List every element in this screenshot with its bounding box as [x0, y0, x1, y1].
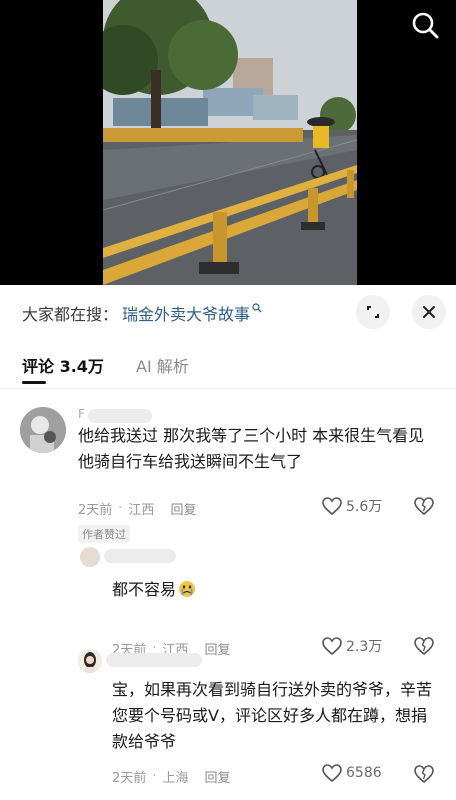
reply-button[interactable]: 回复 — [170, 499, 196, 518]
trending-prefix: 大家都在搜： — [22, 305, 119, 324]
broken-heart-icon — [414, 765, 434, 784]
like-button[interactable]: 5.6万 — [322, 496, 382, 516]
avatar[interactable] — [80, 547, 100, 567]
comment-meta: 2天前 · 江西 回复 — [78, 499, 196, 518]
username-hint[interactable]: F — [78, 407, 85, 421]
close-icon — [423, 306, 435, 318]
avatar[interactable] — [20, 407, 66, 453]
search-icon[interactable] — [410, 10, 440, 40]
crying-face-emoji — [178, 580, 196, 598]
video-frame — [103, 0, 357, 285]
reply-button[interactable]: 回复 — [204, 767, 230, 786]
username-blurred[interactable] — [104, 549, 176, 563]
tab-comments[interactable]: 评论 3.4万 — [22, 353, 104, 377]
username-blurred[interactable] — [88, 409, 152, 423]
like-button[interactable]: 6586 — [322, 764, 382, 782]
expand-icon — [367, 306, 379, 318]
tab-ai-analysis[interactable]: AI 解析 — [136, 353, 189, 377]
like-count: 5.6万 — [346, 499, 383, 515]
heart-icon — [322, 764, 342, 782]
close-button[interactable] — [412, 295, 446, 329]
comment-time: 2天前 — [78, 503, 113, 518]
avatar[interactable] — [78, 649, 102, 673]
video-player[interactable] — [0, 0, 456, 285]
comment-meta: 2天前 · 上海 回复 — [112, 767, 230, 786]
meta-separator: · — [118, 501, 123, 516]
author-liked-badge: 作者赞过 — [78, 525, 130, 543]
like-button[interactable]: 2.3万 — [322, 636, 382, 656]
dislike-button[interactable] — [414, 637, 434, 659]
heart-icon — [322, 497, 342, 515]
meta-separator: · — [152, 769, 157, 784]
comment-location: 上海 — [162, 771, 189, 786]
dislike-button[interactable] — [414, 497, 434, 519]
expand-button[interactable] — [356, 295, 390, 329]
broken-heart-icon — [414, 637, 434, 656]
like-count: 6586 — [346, 765, 382, 781]
comment-text-content: 都不容易 — [112, 580, 177, 599]
trending-query-link[interactable]: 瑞金外卖大爷故事 — [122, 301, 250, 325]
username-blurred[interactable] — [106, 653, 202, 667]
heart-icon — [322, 637, 342, 655]
active-tab-indicator — [22, 381, 46, 384]
divider — [0, 388, 456, 389]
comment-text: 都不容易 — [112, 577, 432, 603]
comment-time: 2天前 — [112, 771, 147, 786]
small-search-icon — [252, 302, 262, 316]
like-count: 2.3万 — [346, 639, 383, 655]
comment-text: 他给我送过 那次我等了三个小时 本来很生气看见他骑自行车给我送瞬间不生气了 — [78, 426, 425, 471]
comment-tabs: 评论 3.4万 AI 解析 — [0, 347, 456, 387]
reply-button[interactable]: 回复 — [204, 639, 230, 658]
comment-sheet: 大家都在搜： 瑞金外卖大爷故事 评论 3.4万 AI 解析 F 他给我送过 那次… — [0, 285, 456, 800]
comment-location: 江西 — [128, 503, 155, 518]
comment-text: 宝，如果再次看到骑自行送外卖的爷爷，辛苦您要个号码或V，评论区好多人都在蹲，想捐… — [112, 680, 433, 751]
dislike-button[interactable] — [414, 765, 434, 787]
broken-heart-icon — [414, 497, 434, 516]
